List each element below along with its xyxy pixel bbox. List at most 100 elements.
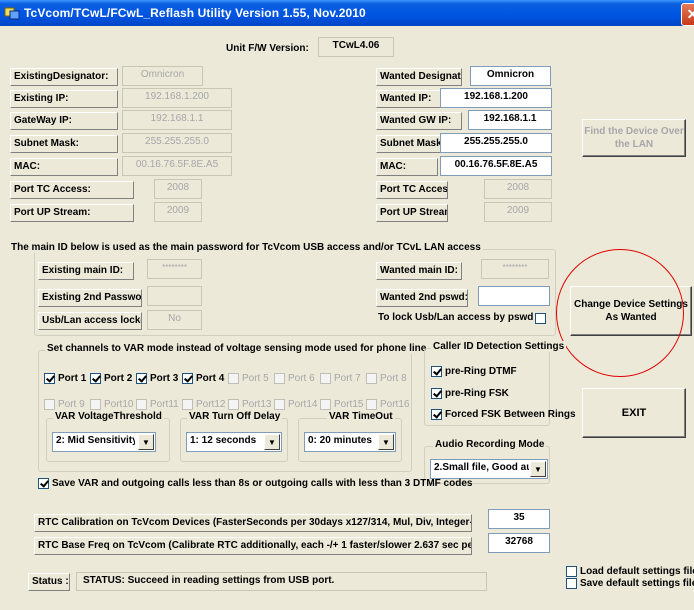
existing-port-up-field: 2009 (154, 202, 202, 222)
wanted-port-tc-label: Port TC Access: (376, 181, 448, 199)
existing-ip-label: Existing IP: (10, 90, 118, 108)
var-timeout-value: 0: 20 minutes (308, 435, 372, 446)
status-text: STATUS: Succeed in reading settings from… (76, 572, 487, 591)
port-checkbox: Port 5 (228, 371, 269, 385)
port-checkbox-label: Port 2 (104, 372, 133, 384)
var-turnoff-select[interactable]: 1: 12 seconds ▼ (186, 432, 282, 452)
wanted-designator-input[interactable]: Omnicron (470, 66, 551, 86)
existing-port-up-label: Port UP Stream: (10, 204, 134, 222)
save-settings-checkbox[interactable]: Save default settings file (566, 576, 694, 590)
port-checkbox-box (44, 398, 55, 410)
port-checkbox-label: Port 9 (58, 398, 85, 410)
port-checkbox: Port 6 (274, 371, 315, 385)
firmware-label: Unit F/W Version: (226, 43, 309, 54)
port-checkbox: Port15 (320, 397, 363, 411)
existing-gateway-label: GateWay IP: (10, 112, 118, 130)
caller-id-checkbox[interactable]: pre-Ring DTMF (431, 364, 517, 378)
access-locked-label: Usb/Lan access locked: (38, 312, 142, 330)
caller-id-checkbox-box[interactable] (431, 408, 442, 420)
port-checkbox-label: Port 3 (150, 372, 179, 384)
load-settings-label: Load default settings file (580, 565, 694, 577)
existing-2nd-password-label: Existing 2nd Password: (38, 289, 142, 307)
port-checkbox: Port13 (228, 397, 271, 411)
port-checkbox[interactable]: Port 1 (44, 371, 86, 385)
rtc-calibration-label: RTC Calibration on TcVcom Devices (Faste… (34, 514, 472, 532)
dropdown-arrow-icon[interactable]: ▼ (378, 434, 394, 450)
audio-group-title: Audio Recording Mode (433, 439, 547, 450)
port-checkbox[interactable]: Port 2 (90, 371, 132, 385)
caller-id-checkbox-box[interactable] (431, 387, 442, 399)
lock-access-label: To lock Usb/Lan access by pswd (378, 312, 534, 323)
port-checkbox-box (366, 398, 377, 410)
app-icon (4, 5, 20, 21)
save-var-checkbox[interactable]: Save VAR and outgoing calls less than 8s… (38, 476, 472, 490)
rtc-calibration-input[interactable]: 35 (488, 509, 550, 529)
wanted-port-up-label: Port UP Stream: (376, 204, 448, 222)
port-checkbox-box (136, 398, 147, 410)
port-checkbox: Port 9 (44, 397, 85, 411)
port-checkbox-label: Port12 (196, 398, 226, 410)
port-checkbox-box (90, 398, 101, 410)
existing-mac-field: 00.16.76.5F.8E.A5 (122, 156, 232, 176)
rtc-base-freq-input[interactable]: 32768 (488, 533, 550, 553)
access-locked-field: No (147, 310, 202, 330)
port-checkbox-label: Port14 (288, 398, 318, 410)
save-var-checkbox-box[interactable] (38, 477, 49, 489)
port-checkbox[interactable]: Port 4 (182, 371, 224, 385)
port-checkbox-box[interactable] (136, 372, 147, 384)
existing-ip-field: 192.168.1.200 (122, 88, 232, 108)
wanted-gateway-input[interactable]: 192.168.1.1 (468, 110, 552, 130)
var-turnoff-value: 1: 12 seconds (190, 435, 257, 446)
port-checkbox-label: Port 5 (242, 372, 269, 384)
existing-designator-field: Omnicron (122, 66, 203, 86)
port-checkbox-box (228, 398, 239, 410)
port-checkbox-label: Port13 (242, 398, 272, 410)
port-checkbox-box (366, 372, 377, 384)
port-checkbox-box (320, 372, 331, 384)
save-var-label: Save VAR and outgoing calls less than 8s… (52, 477, 473, 489)
var-threshold-select[interactable]: 2: Mid Sensitivity ▼ (52, 432, 156, 452)
wanted-mac-input[interactable]: 00.16.76.5F.8E.A5 (440, 156, 552, 176)
port-checkbox-box (182, 398, 193, 410)
window-title: TcVcom/TCwL/FCwL_Reflash Utility Version… (24, 6, 366, 20)
caller-id-checkbox-box[interactable] (431, 365, 442, 377)
dropdown-arrow-icon[interactable]: ▼ (138, 434, 154, 450)
find-device-button[interactable]: Find the Device Over the LAN (582, 119, 686, 157)
dropdown-arrow-icon[interactable]: ▼ (264, 434, 280, 450)
port-checkbox-box[interactable] (182, 372, 193, 384)
var-threshold-title: VAR VoltageThreshold (53, 411, 164, 422)
var-group-title: Set channels to VAR mode instead of volt… (45, 343, 429, 354)
wanted-gateway-label: Wanted GW IP: (376, 112, 462, 130)
close-icon[interactable]: ✕ (681, 3, 694, 26)
wanted-designator-label: Wanted Designator: (376, 68, 462, 86)
wanted-subnet-input[interactable]: 255.255.255.0 (440, 133, 552, 153)
wanted-ip-input[interactable]: 192.168.1.200 (440, 88, 552, 108)
port-checkbox-box[interactable] (44, 372, 55, 384)
port-checkbox-label: Port11 (150, 398, 179, 410)
caller-id-checkbox[interactable]: Forced FSK Between Rings (431, 407, 576, 421)
existing-mac-label: MAC: (10, 158, 118, 176)
dropdown-arrow-icon[interactable]: ▼ (530, 461, 546, 477)
wanted-2nd-password-input[interactable] (478, 286, 550, 306)
port-checkbox-label: Port 1 (58, 372, 87, 384)
port-checkbox-label: Port 8 (380, 372, 407, 384)
change-settings-button[interactable]: Change Device Settings As Wanted (570, 286, 692, 336)
exit-button[interactable]: EXIT (582, 388, 686, 438)
port-checkbox-box[interactable] (90, 372, 101, 384)
audio-mode-value: 2.Small file, Good audio (434, 462, 529, 473)
port-checkbox-label: Port15 (334, 398, 364, 410)
caller-id-title: Caller ID Detection Settings (431, 341, 567, 352)
status-label: Status : (28, 573, 70, 591)
existing-port-tc-field: 2008 (154, 179, 202, 199)
port-checkbox[interactable]: Port 3 (136, 371, 178, 385)
title-bar: TcVcom/TCwL/FCwL_Reflash Utility Version… (0, 0, 694, 26)
caller-id-checkbox[interactable]: pre-Ring FSK (431, 386, 509, 400)
port-checkbox: Port 8 (366, 371, 407, 385)
port-checkbox: Port12 (182, 397, 225, 411)
var-threshold-value: 2: Mid Sensitivity (56, 435, 135, 446)
lock-access-checkbox[interactable] (535, 311, 549, 325)
var-timeout-title: VAR TimeOut (327, 411, 395, 422)
caller-id-option-label: pre-Ring FSK (445, 387, 509, 399)
existing-main-id-label: Existing main ID: (38, 262, 134, 280)
var-timeout-select[interactable]: 0: 20 minutes ▼ (304, 432, 396, 452)
